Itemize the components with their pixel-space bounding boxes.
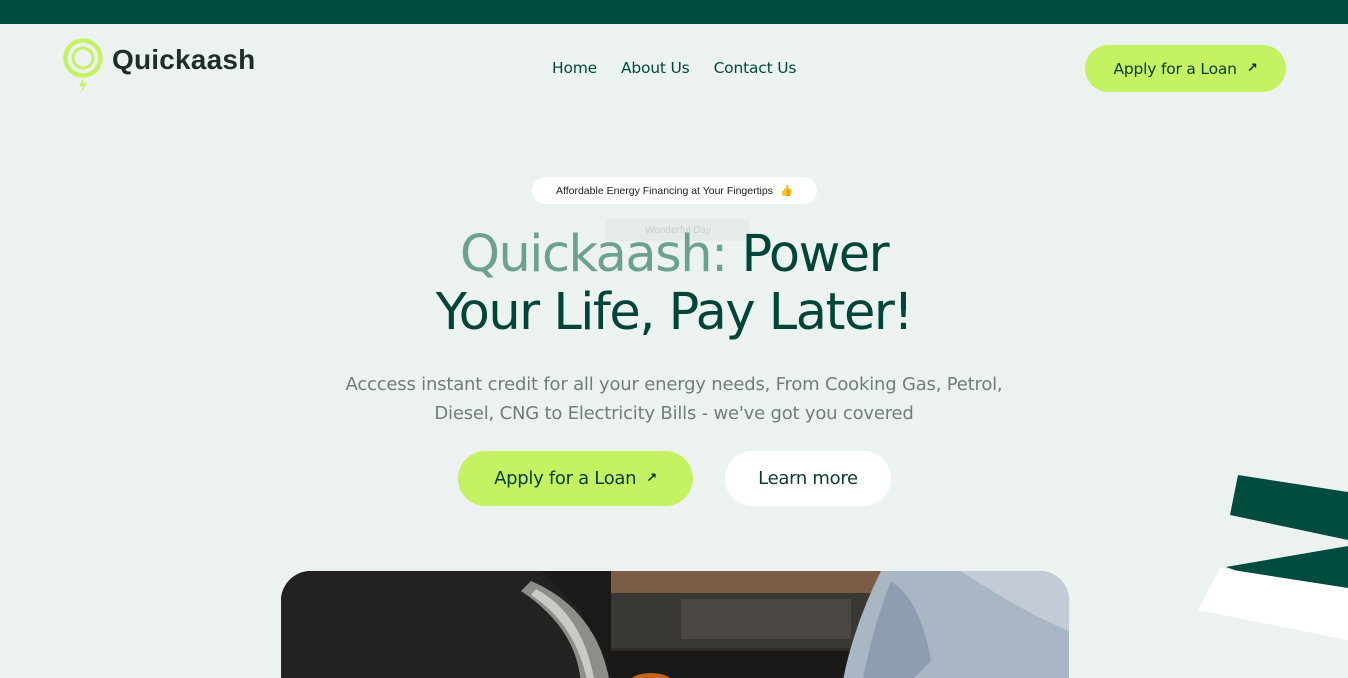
top-bar (0, 0, 1348, 24)
header-apply-button[interactable]: Apply for a Loan ↗ (1085, 45, 1286, 92)
main-nav: Home About Us Contact Us (552, 59, 796, 77)
hero-photo (281, 571, 1069, 678)
hero-title-line1: Power (741, 225, 889, 284)
decorative-stripes (1190, 470, 1348, 650)
apply-loan-label: Apply for a Loan (494, 468, 637, 489)
brand-name: Quickaash (112, 44, 256, 75)
learn-more-button[interactable]: Learn more (725, 451, 891, 506)
apply-loan-button[interactable]: Apply for a Loan ↗ (458, 451, 693, 506)
page: Quickaash Home About Us Contact Us Apply… (0, 0, 1348, 678)
nav-home[interactable]: Home (552, 59, 597, 77)
logo[interactable]: Quickaash (62, 38, 255, 96)
hero-title-brand: Quickaash: (459, 225, 728, 284)
nav-contact-us[interactable]: Contact Us (714, 59, 797, 77)
hero-title-line2: Your Life, Pay Later! (435, 283, 914, 342)
nav-about-us[interactable]: About Us (621, 59, 690, 77)
logo-ring-icon (62, 38, 106, 96)
tagline-badge: Affordable Energy Financing at Your Fing… (532, 177, 817, 204)
tagline-text: Affordable Energy Financing at Your Fing… (555, 184, 773, 197)
hero-title: Quickaash: Power Your Life, Pay Later! (360, 226, 988, 342)
hero-subtitle: Acccess instant credit for all your ener… (345, 374, 1003, 424)
thumbs-up-icon: 👍 (779, 185, 794, 197)
header-apply-label: Apply for a Loan (1113, 59, 1237, 78)
arrow-up-right-icon: ↗ (646, 471, 657, 486)
arrow-up-right-icon: ↗ (1246, 61, 1258, 76)
